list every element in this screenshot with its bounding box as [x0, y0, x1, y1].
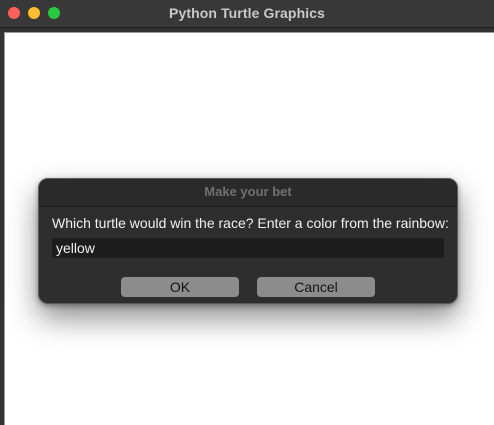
turtle-window: Python Turtle Graphics Make your bet Whi…: [0, 0, 494, 425]
window-titlebar[interactable]: Python Turtle Graphics: [0, 0, 494, 28]
dialog-titlebar[interactable]: Make your bet: [39, 179, 457, 207]
cancel-button[interactable]: Cancel: [257, 277, 375, 297]
bet-dialog: Make your bet Which turtle would win the…: [38, 178, 458, 304]
ok-button[interactable]: OK: [121, 277, 239, 297]
window-title: Python Turtle Graphics: [169, 5, 325, 21]
dialog-prompt: Which turtle would win the race? Enter a…: [52, 215, 449, 231]
dialog-title: Make your bet: [204, 184, 292, 199]
color-input[interactable]: [52, 238, 444, 258]
